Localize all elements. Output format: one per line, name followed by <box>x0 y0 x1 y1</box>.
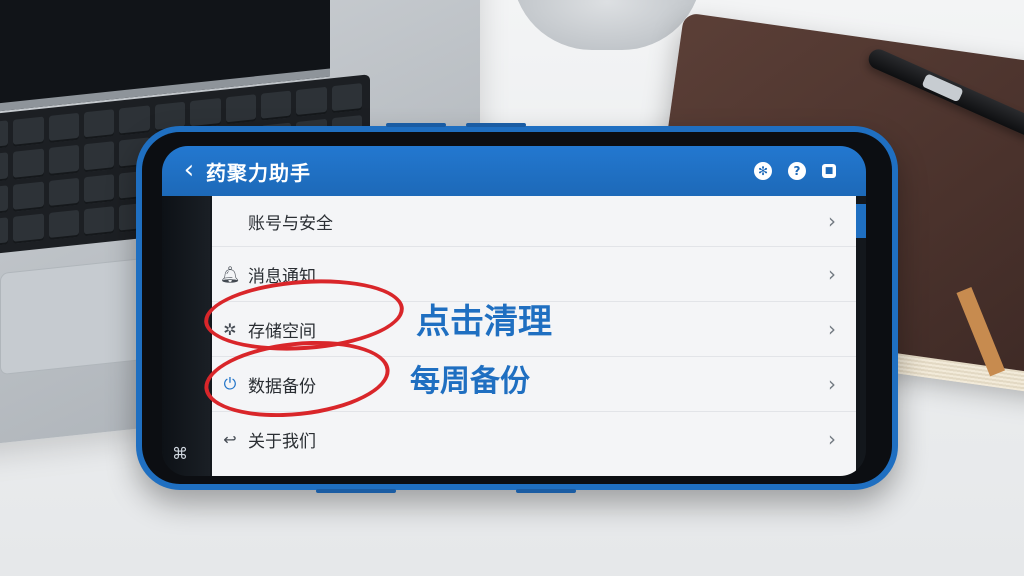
chevron-right-icon: › <box>828 427 836 451</box>
bell-icon: 🔔︎ <box>219 264 241 284</box>
lock-icon[interactable]: ■ <box>822 164 836 178</box>
phone-side-button-2[interactable] <box>466 123 526 127</box>
header-icons: ✻ ? ■ <box>754 162 836 180</box>
chevron-left-icon: ‹ <box>183 155 195 185</box>
phone-side-button[interactable] <box>386 123 446 127</box>
back-button[interactable]: ‹ <box>172 151 206 191</box>
phone-bottom-button-2[interactable] <box>516 489 576 493</box>
chevron-right-icon: › <box>828 209 836 233</box>
settings-item-label: 账号与安全 <box>248 213 333 234</box>
help-icon[interactable]: ? <box>788 162 806 180</box>
backup-annotation-text: 每周备份 <box>410 364 530 399</box>
pen-cup-background <box>512 0 702 50</box>
qr-scan-icon[interactable]: ⌘ <box>170 444 190 464</box>
settings-icon[interactable]: ✻ <box>754 162 772 180</box>
screen-left-edge <box>162 196 210 476</box>
app-header: ‹ 药聚力助手 ✻ ? ■ <box>162 146 866 196</box>
chevron-right-icon: › <box>828 262 836 286</box>
settings-item-about-us[interactable]: ↩ 关于我们 › <box>212 412 856 466</box>
page-title: 药聚力助手 <box>206 160 311 185</box>
about-icon: ↩ <box>223 429 237 449</box>
chevron-right-icon: › <box>828 317 836 341</box>
chevron-right-icon: › <box>828 372 836 396</box>
storage-annotation-text: 点击清理 <box>416 302 552 342</box>
settings-item-label: 关于我们 <box>248 431 316 452</box>
phone-bottom-button[interactable] <box>316 489 396 493</box>
settings-item-account-security[interactable]: 账号与安全 › <box>212 196 856 247</box>
